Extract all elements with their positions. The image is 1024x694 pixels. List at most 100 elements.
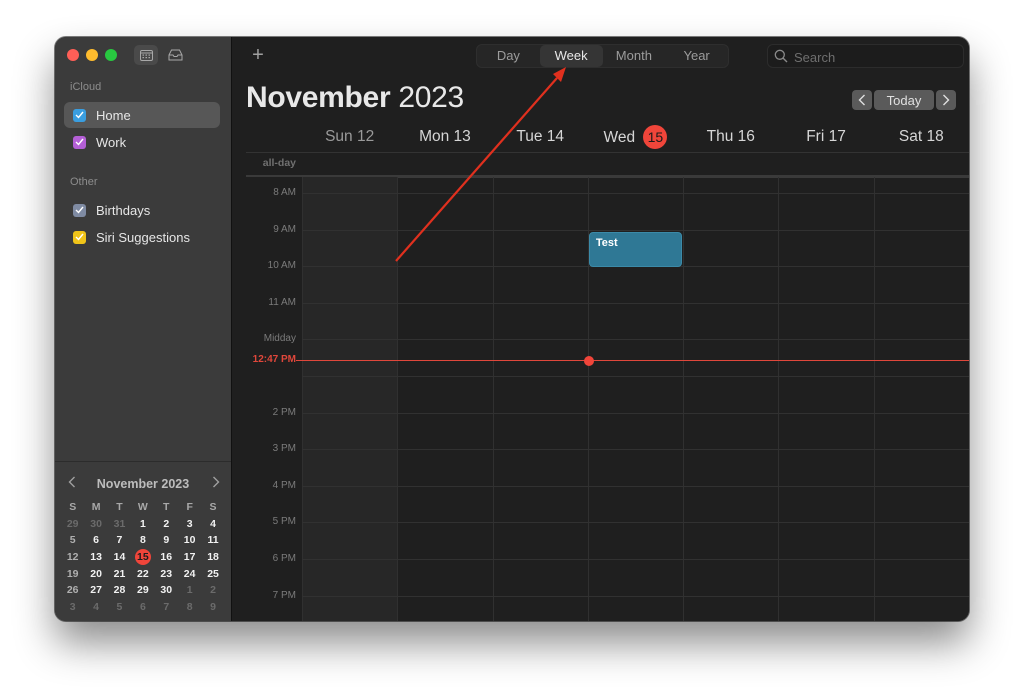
mini-day[interactable]: 17 — [178, 549, 201, 566]
day-column-mon[interactable] — [397, 177, 493, 621]
day-name: Tue — [516, 128, 543, 145]
search-field[interactable] — [767, 44, 964, 68]
mini-day[interactable]: 5 — [108, 599, 131, 616]
mini-day[interactable]: 9 — [155, 532, 178, 549]
day-header-sat[interactable]: Sat 18 — [874, 125, 969, 151]
day-column-sat[interactable] — [873, 177, 969, 621]
current-time-label: 12:47 PM — [252, 354, 296, 366]
today-button[interactable]: Today — [874, 90, 934, 110]
hour-label: 11 AM — [268, 296, 296, 308]
mini-day[interactable]: 30 — [155, 582, 178, 599]
mini-day[interactable]: 18 — [201, 549, 224, 566]
mini-day[interactable]: 31 — [108, 516, 131, 533]
mini-day[interactable]: 23 — [155, 566, 178, 583]
mini-day[interactable]: 22 — [131, 566, 154, 583]
minimize-button[interactable] — [86, 49, 98, 61]
mini-day[interactable]: 9 — [201, 599, 224, 616]
day-header-mon[interactable]: Mon 13 — [397, 125, 492, 151]
mini-day[interactable]: 2 — [201, 582, 224, 599]
hour-label: 2 PM — [272, 406, 296, 418]
mini-day[interactable]: 4 — [201, 516, 224, 533]
mini-day[interactable]: 21 — [108, 566, 131, 583]
close-button[interactable] — [67, 49, 79, 61]
mini-day-today[interactable]: 15 — [131, 549, 154, 566]
day-headers: Sun 12 Mon 13 Tue 14 Wed 15 Thu 16 Fri 17 Sat … — [302, 125, 969, 151]
day-column-fri[interactable] — [778, 177, 874, 621]
mini-day[interactable]: 12 — [61, 549, 84, 566]
next-week-button[interactable] — [936, 90, 956, 110]
mini-day[interactable]: 3 — [61, 599, 84, 616]
today-date-badge: 15 — [643, 125, 668, 149]
day-header-sun[interactable]: Sun 12 — [302, 125, 397, 151]
calendar-item-work[interactable]: Work — [64, 129, 220, 155]
mini-day[interactable]: 20 — [84, 566, 107, 583]
calendar-label: Siri Suggestions — [96, 229, 190, 245]
hour-gridline — [302, 559, 969, 560]
day-header-wed[interactable]: Wed 15 — [588, 125, 683, 151]
mini-day[interactable]: 5 — [61, 532, 84, 549]
day-column-thu[interactable] — [683, 177, 779, 621]
current-time-dot — [583, 355, 594, 366]
mini-day[interactable]: 10 — [178, 532, 201, 549]
checkbox[interactable] — [73, 135, 86, 149]
mini-day[interactable]: 6 — [84, 532, 107, 549]
mini-day[interactable]: 26 — [61, 582, 84, 599]
inbox-button[interactable] — [163, 45, 187, 65]
mini-day[interactable]: 1 — [178, 582, 201, 599]
mini-day[interactable]: 30 — [84, 516, 107, 533]
section-label-other: Other — [70, 176, 98, 188]
search-icon — [774, 49, 788, 63]
mini-day[interactable]: 27 — [84, 582, 107, 599]
week-grid[interactable]: 8 AM 9 AM 10 AM 11 AM Midday 2 PM 3 PM 4 PM 5 PM… — [246, 177, 969, 621]
calendar-label: Birthdays — [96, 202, 151, 218]
mini-day[interactable]: 8 — [131, 532, 154, 549]
mini-day[interactable]: 13 — [84, 549, 107, 566]
hour-gridline — [302, 522, 969, 524]
view-tab-month[interactable]: Month — [603, 45, 666, 67]
mini-day[interactable]: 4 — [84, 599, 107, 616]
hour-gridline — [302, 229, 969, 231]
mini-day[interactable]: 28 — [108, 582, 131, 599]
mini-day[interactable]: 25 — [201, 566, 224, 583]
checkbox[interactable] — [73, 230, 86, 244]
checkbox[interactable] — [73, 108, 86, 122]
day-column-tue[interactable] — [492, 177, 589, 621]
day-column-sun[interactable] — [302, 177, 399, 621]
day-header-thu[interactable]: Thu 16 — [683, 125, 778, 151]
mini-day[interactable]: 29 — [131, 582, 154, 599]
calendar-item-home[interactable]: Home — [64, 102, 220, 128]
view-tab-day[interactable]: Day — [477, 45, 540, 67]
mini-day[interactable]: 29 — [61, 516, 84, 533]
mini-day[interactable]: 2 — [155, 516, 178, 533]
mini-day[interactable]: 24 — [178, 566, 201, 583]
mini-next-month-button[interactable] — [208, 475, 224, 492]
title-month: November — [246, 81, 391, 114]
previous-week-button[interactable] — [852, 90, 872, 110]
hour-gridline — [302, 485, 969, 487]
mini-day[interactable]: 16 — [155, 549, 178, 566]
mini-day[interactable]: 11 — [201, 532, 224, 549]
day-header-tue[interactable]: Tue 14 — [493, 125, 588, 151]
mini-day[interactable]: 7 — [155, 599, 178, 616]
mini-day[interactable]: 7 — [108, 532, 131, 549]
event-block[interactable]: Test — [588, 232, 683, 268]
all-day-row[interactable]: all-day — [246, 152, 969, 178]
mini-day[interactable]: 8 — [178, 599, 201, 616]
mini-day[interactable]: 3 — [178, 516, 201, 533]
mini-day[interactable]: 6 — [131, 599, 154, 616]
mini-day[interactable]: 1 — [131, 516, 154, 533]
view-tab-week[interactable]: Week — [539, 45, 603, 67]
mini-day[interactable]: 14 — [108, 549, 131, 566]
add-event-button[interactable]: + — [250, 44, 266, 66]
day-header-fri[interactable]: Fri 17 — [778, 125, 873, 151]
view-tab-year[interactable]: Year — [665, 45, 728, 67]
checkbox[interactable] — [73, 203, 86, 217]
main-area: + DayWeekMonthYear November 2023 Today S… — [232, 37, 969, 621]
zoom-button[interactable] — [105, 49, 117, 61]
calendars-toggle-button[interactable] — [134, 45, 158, 65]
calendar-item-birthdays[interactable]: Birthdays — [64, 197, 220, 223]
calendar-item-siri-suggestions[interactable]: Siri Suggestions — [64, 224, 220, 250]
mini-day[interactable]: 19 — [61, 566, 84, 583]
search-input[interactable] — [792, 47, 956, 67]
hour-gridline — [302, 412, 969, 414]
